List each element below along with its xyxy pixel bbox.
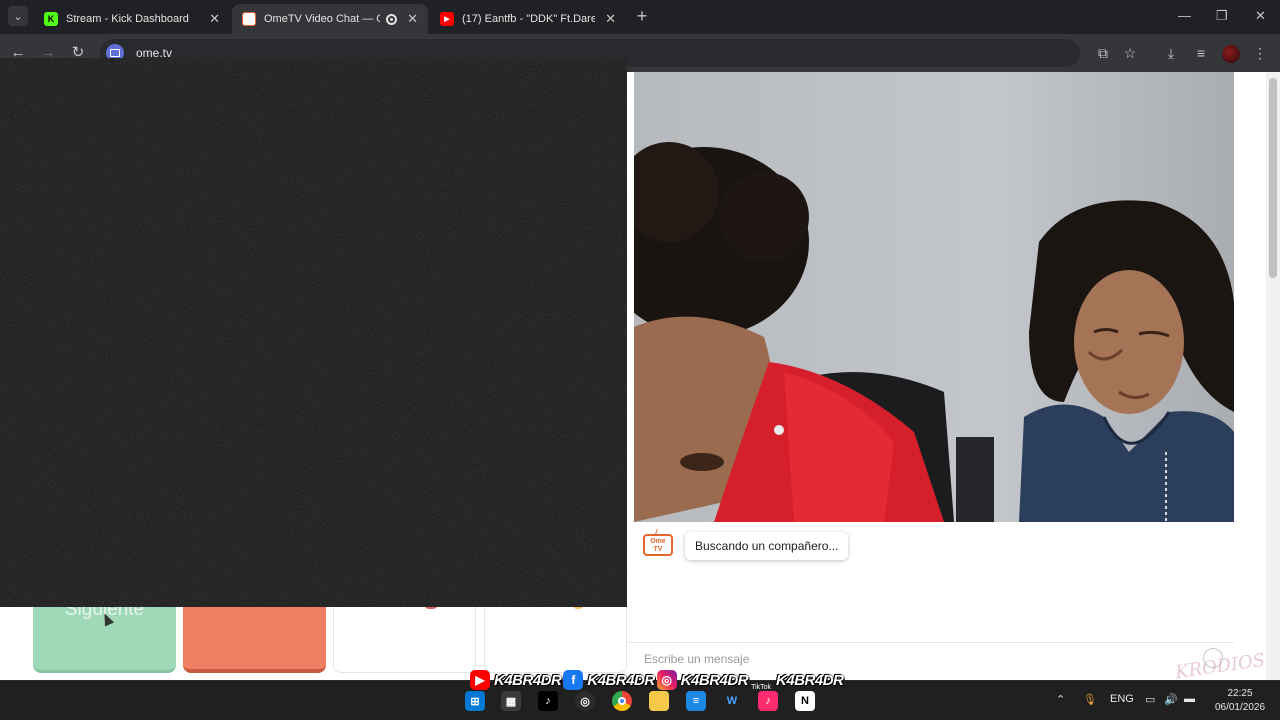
youtube-logo-icon: ▶ <box>470 670 490 690</box>
tab-youtube[interactable]: ▶ (17) Eantfb - "DDK" Ft.Darealo5 ✕ <box>430 4 626 34</box>
clock-time: 22:25 <box>1227 688 1253 699</box>
page-scrollbar[interactable] <box>1266 72 1280 680</box>
obs-icon[interactable]: ◎ <box>575 691 595 711</box>
minimize-icon[interactable]: — <box>1178 8 1191 23</box>
clock-date: 06/01/2026 <box>1214 702 1266 713</box>
chevron-down-icon: ⌄ <box>13 10 23 23</box>
store-icon[interactable]: ▦ <box>501 691 521 711</box>
media-control-icon[interactable]: ≡ <box>1191 43 1211 63</box>
message-placeholder: Escribe un mensaje <box>644 652 750 666</box>
ometv-icon <box>242 12 256 26</box>
tiktok-label: TikTok <box>751 683 772 691</box>
notion-icon[interactable]: N <box>795 691 815 711</box>
windows-start-icon[interactable]: ⊞ <box>465 691 485 711</box>
kick-icon: K <box>44 12 58 26</box>
social-handle: K4BR4DR <box>494 671 562 689</box>
notepad-icon[interactable]: ≡ <box>686 691 706 711</box>
chrome-icon[interactable] <box>612 691 632 711</box>
social-handle: K4BR4DR <box>587 671 655 689</box>
close-icon[interactable]: ✕ <box>407 11 418 27</box>
scroll-thumb[interactable] <box>1269 78 1277 278</box>
stop-button[interactable] <box>183 607 326 673</box>
close-icon[interactable]: ✕ <box>605 11 616 27</box>
file-explorer-icon[interactable] <box>649 691 669 711</box>
chat-status-bubble: Buscando un compañero... <box>685 532 849 560</box>
maximize-icon[interactable]: ❐ <box>1216 8 1228 24</box>
tab-title: (17) Eantfb - "DDK" Ft.Darealo5 <box>462 13 596 25</box>
microphone-icon[interactable]: 🎙 <box>1083 693 1097 706</box>
profile-avatar[interactable] <box>1222 45 1240 63</box>
tray-overflow-icon[interactable]: ⌃ <box>1056 693 1065 706</box>
tiktok-app-icon[interactable]: ♪ <box>538 691 558 711</box>
remote-video <box>634 72 1234 522</box>
tab-ometv[interactable]: OmeTV Video Chat — Ome ✕ <box>232 4 428 34</box>
install-app-icon[interactable]: ⧉ <box>1093 43 1113 63</box>
local-camera-video <box>0 58 627 607</box>
country-button[interactable] <box>333 607 476 673</box>
tab-title: Stream - Kick Dashboard <box>66 13 189 25</box>
download-icon[interactable]: ⤓ <box>1161 43 1181 63</box>
close-icon[interactable]: ✕ <box>209 11 220 27</box>
ometv-logo: Ome TV <box>643 534 673 556</box>
volume-icon[interactable]: 🔊 <box>1164 693 1178 706</box>
social-overlay: ▶ K4BR4DR f K4BR4DR ◎ K4BR4DR TikTok K4B… <box>470 668 845 692</box>
social-handle: K4BR4DR <box>680 671 749 689</box>
youtube-icon: ▶ <box>440 12 454 26</box>
tab-title: OmeTV Video Chat — Ome <box>264 13 380 25</box>
waves-app-icon[interactable]: W <box>722 691 742 711</box>
tab-kick[interactable]: K Stream - Kick Dashboard ✕ <box>34 4 230 34</box>
social-handle: K4BR4DR <box>776 671 844 689</box>
language-indicator[interactable]: ENG <box>1110 693 1134 705</box>
close-window-icon[interactable]: ✕ <box>1255 8 1266 24</box>
menu-icon[interactable]: ⋮ <box>1250 43 1270 63</box>
new-tab-button[interactable]: + <box>632 6 652 26</box>
instagram-logo-icon: ◎ <box>656 670 677 690</box>
recording-icon <box>386 13 398 25</box>
bookmark-star-icon[interactable]: ☆ <box>1120 43 1140 63</box>
network-icon[interactable]: ▭ <box>1145 693 1155 706</box>
battery-icon[interactable]: ▬ <box>1184 693 1195 705</box>
facebook-logo-icon: f <box>563 670 584 690</box>
clock[interactable]: 22:25 06/01/2026 <box>1210 687 1270 715</box>
tiktok-live-icon[interactable]: ♪ <box>758 691 778 711</box>
tab-search-button[interactable]: ⌄ <box>8 6 28 26</box>
tab-strip: ⌄ K Stream - Kick Dashboard ✕ OmeTV Vide… <box>0 0 1280 34</box>
gender-button[interactable] <box>484 607 627 673</box>
